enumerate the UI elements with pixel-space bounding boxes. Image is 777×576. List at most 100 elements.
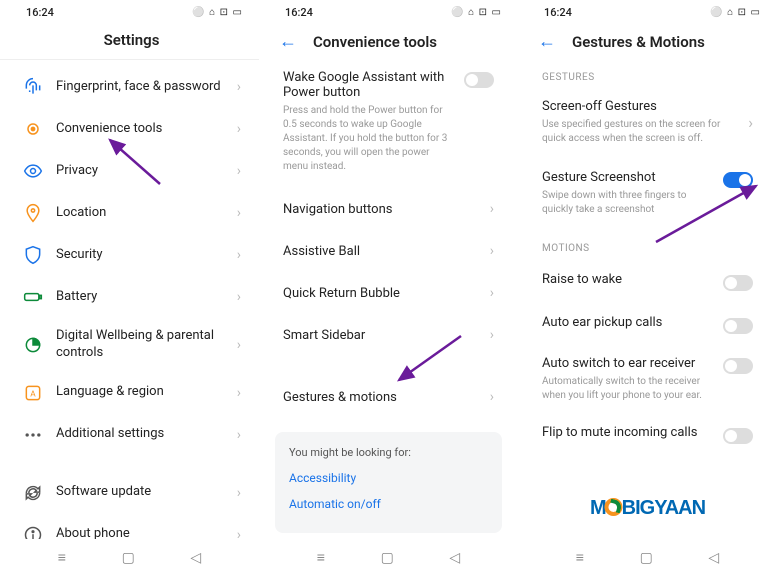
section-motions: MOTIONS xyxy=(522,231,773,260)
row-additional-settings[interactable]: Additional settings › xyxy=(4,414,255,456)
toggle-switch[interactable] xyxy=(723,275,753,291)
header: ← Convenience tools xyxy=(259,21,518,60)
divider xyxy=(0,59,259,60)
row-auto-switch-ear[interactable]: Auto switch to ear receiver Automaticall… xyxy=(522,346,773,413)
chevron-right-icon: › xyxy=(237,163,241,179)
row-fingerprint[interactable]: Fingerprint, face & password › xyxy=(4,66,255,108)
mobigyaan-logo: MBIGYAAN xyxy=(590,497,705,520)
row-security[interactable]: Security › xyxy=(4,234,255,276)
toggle-switch[interactable] xyxy=(464,72,494,88)
row-label: Digital Wellbeing & parental controls xyxy=(56,328,237,362)
row-quick-return-bubble[interactable]: Quick Return Bubble› xyxy=(263,272,514,314)
row-privacy[interactable]: Privacy › xyxy=(4,150,255,192)
wake-assistant-row[interactable]: Wake Google Assistant with Power button … xyxy=(263,60,514,188)
row-title: Auto switch to ear receiver xyxy=(542,356,715,371)
row-label: Location xyxy=(56,205,237,222)
toggle-switch[interactable] xyxy=(723,428,753,444)
fingerprint-icon xyxy=(22,76,44,98)
page-title: Settings xyxy=(104,31,160,49)
nav-back-icon[interactable]: ◁ xyxy=(190,550,201,566)
dots-icon xyxy=(22,424,44,446)
chevron-right-icon: › xyxy=(237,121,241,137)
chevron-right-icon: › xyxy=(237,289,241,305)
nav-home-icon[interactable]: ▢ xyxy=(122,550,135,566)
row-title: Gesture Screenshot xyxy=(542,170,715,185)
row-language[interactable]: A Language & region › xyxy=(4,372,255,414)
row-about-phone[interactable]: About phone › xyxy=(4,514,255,539)
nav-back-icon[interactable]: ◁ xyxy=(708,550,719,566)
header: Settings xyxy=(0,21,259,57)
status-time: 16:24 xyxy=(26,6,54,19)
chevron-right-icon: › xyxy=(237,205,241,221)
row-auto-ear-pickup[interactable]: Auto ear pickup calls xyxy=(522,303,773,346)
nav-home-icon[interactable]: ▢ xyxy=(640,550,653,566)
chevron-right-icon: › xyxy=(490,201,494,217)
chevron-right-icon: › xyxy=(490,327,494,343)
chevron-right-icon: › xyxy=(237,247,241,263)
nav-bar: ≡ ▢ ◁ xyxy=(518,539,777,576)
row-battery[interactable]: Battery › xyxy=(4,276,255,318)
status-time: 16:24 xyxy=(544,6,572,19)
svg-text:A: A xyxy=(30,389,36,399)
row-label: Additional settings xyxy=(56,426,237,443)
nav-back-icon[interactable]: ◁ xyxy=(449,550,460,566)
suggest-head: You might be looking for: xyxy=(289,446,488,459)
row-title: Flip to mute incoming calls xyxy=(542,425,715,440)
nav-bar: ≡ ▢ ◁ xyxy=(0,539,259,576)
content: GESTURES Screen-off Gestures Use specifi… xyxy=(518,60,777,539)
tools-icon xyxy=(22,118,44,140)
toggle-switch[interactable] xyxy=(723,318,753,334)
nav-recents-icon[interactable]: ≡ xyxy=(576,549,584,566)
shield-icon xyxy=(22,244,44,266)
row-digital-wellbeing[interactable]: Digital Wellbeing & parental controls › xyxy=(4,318,255,372)
row-label: Navigation buttons xyxy=(283,202,392,217)
status-bar: 16:24 ⚪ ⌂ ⊡ ▭ xyxy=(259,0,518,21)
nav-home-icon[interactable]: ▢ xyxy=(381,550,394,566)
row-flip-mute[interactable]: Flip to mute incoming calls xyxy=(522,413,773,456)
section-gestures: GESTURES xyxy=(522,60,773,89)
row-label: Convenience tools xyxy=(56,121,237,138)
status-icons: ⚪ ⌂ ⊡ ▭ xyxy=(710,7,761,18)
row-software-update[interactable]: Software update › xyxy=(4,472,255,514)
chevron-right-icon: › xyxy=(237,427,241,443)
chevron-right-icon: › xyxy=(237,385,241,401)
suggest-link-automatic[interactable]: Automatic on/off xyxy=(289,497,488,511)
toggle-switch[interactable] xyxy=(723,358,753,374)
row-label: Gestures & motions xyxy=(283,390,397,405)
toggle-switch[interactable] xyxy=(723,172,753,188)
row-label: Security xyxy=(56,247,237,264)
status-time: 16:24 xyxy=(285,6,313,19)
status-icons: ⚪ ⌂ ⊡ ▭ xyxy=(192,7,243,18)
row-screen-off-gestures[interactable]: Screen-off Gestures Use specified gestur… xyxy=(522,89,773,160)
nav-recents-icon[interactable]: ≡ xyxy=(317,549,325,566)
row-convenience-tools[interactable]: Convenience tools › xyxy=(4,108,255,150)
row-smart-sidebar[interactable]: Smart Sidebar › xyxy=(263,314,514,356)
privacy-icon xyxy=(22,160,44,182)
status-bar: 16:24 ⚪ ⌂ ⊡ ▭ xyxy=(518,0,777,21)
row-raise-to-wake[interactable]: Raise to wake xyxy=(522,260,773,303)
nav-recents-icon[interactable]: ≡ xyxy=(58,549,66,566)
row-assistive-ball[interactable]: Assistive Ball› xyxy=(263,230,514,272)
page-title: Gestures & Motions xyxy=(572,33,705,51)
screen-convenience-tools: 16:24 ⚪ ⌂ ⊡ ▭ ← Convenience tools Wake G… xyxy=(259,0,518,576)
chevron-right-icon: › xyxy=(237,337,241,353)
location-icon xyxy=(22,202,44,224)
suggest-link-accessibility[interactable]: Accessibility xyxy=(289,471,488,485)
row-title: Raise to wake xyxy=(542,272,715,287)
nav-bar: ≡ ▢ ◁ xyxy=(259,539,518,576)
row-title: Wake Google Assistant with Power button xyxy=(283,70,456,100)
chevron-right-icon: › xyxy=(237,79,241,95)
row-desc: Automatically switch to the receiver whe… xyxy=(542,375,715,403)
row-gestures-motions[interactable]: Gestures & motions› xyxy=(263,376,514,418)
row-navigation-buttons[interactable]: Navigation buttons › xyxy=(263,188,514,230)
back-icon[interactable]: ← xyxy=(538,31,556,52)
row-gesture-screenshot[interactable]: Gesture Screenshot Swipe down with three… xyxy=(522,160,773,231)
chevron-right-icon: › xyxy=(490,243,494,259)
info-icon xyxy=(22,524,44,539)
screen-gestures-motions: 16:24 ⚪ ⌂ ⊡ ▭ ← Gestures & Motions GESTU… xyxy=(518,0,777,576)
row-label: Smart Sidebar xyxy=(283,328,365,343)
row-label: Battery xyxy=(56,289,237,306)
back-icon[interactable]: ← xyxy=(279,31,297,52)
chevron-right-icon: › xyxy=(748,113,753,132)
row-location[interactable]: Location › xyxy=(4,192,255,234)
